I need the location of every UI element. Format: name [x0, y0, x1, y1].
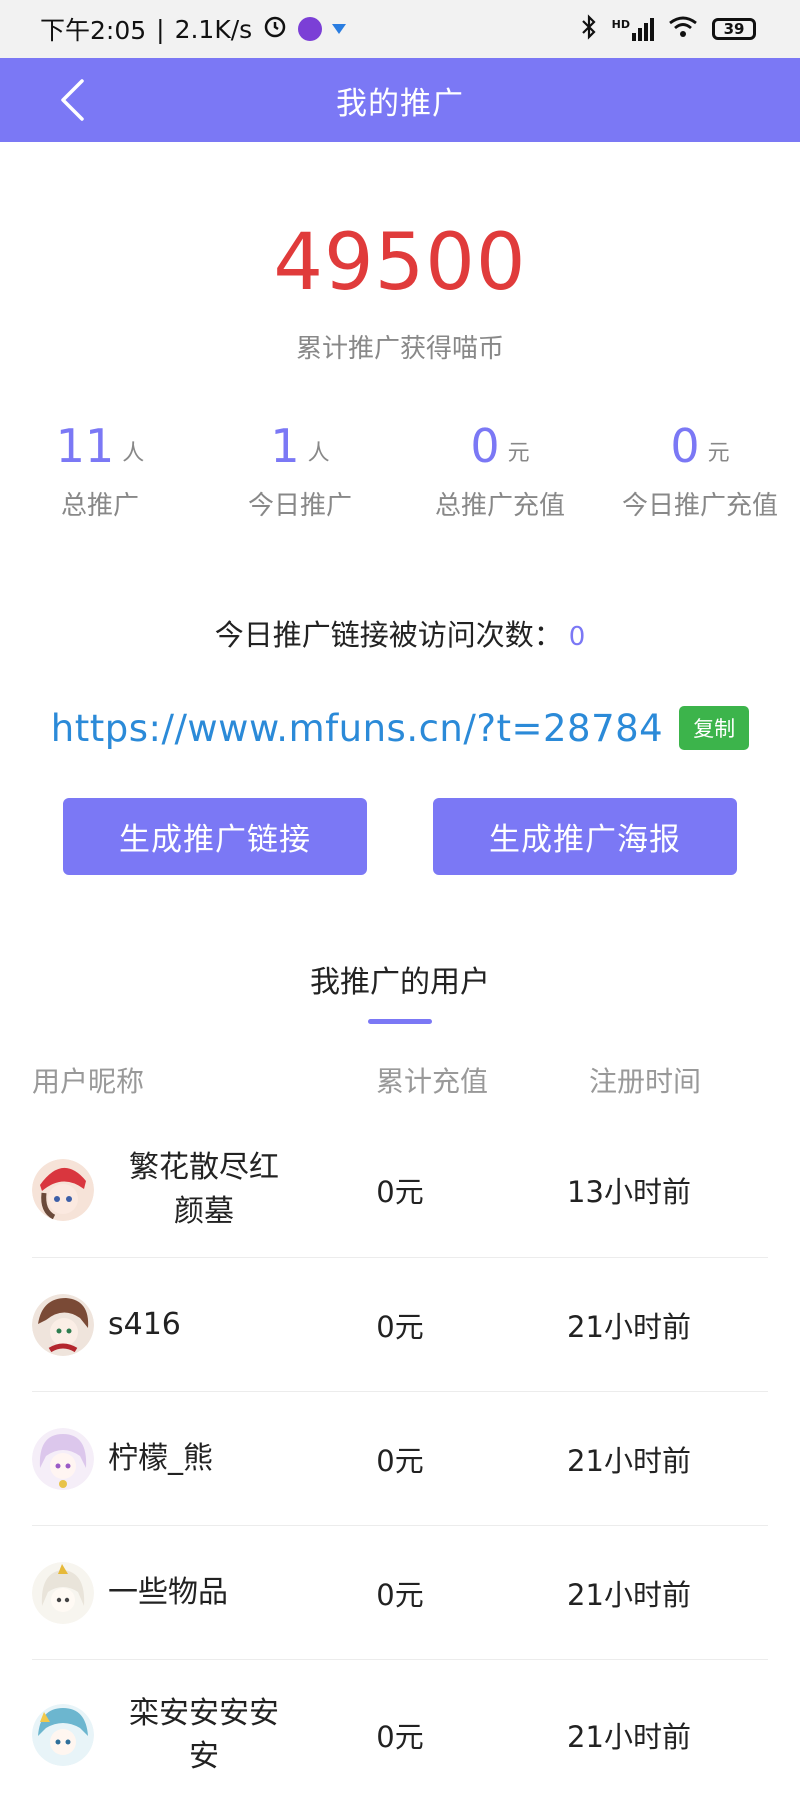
stat-value: 0 — [470, 419, 500, 473]
stat-unit: 元 — [707, 441, 730, 466]
chevron-left-icon — [61, 79, 84, 121]
table-row[interactable]: 柠檬_熊 0元 21小时前 — [32, 1392, 768, 1526]
total-coins-label: 累计推广获得喵币 — [295, 334, 504, 364]
table-row[interactable]: 繁花散尽红 颜墓 0元 13小时前 — [32, 1122, 768, 1258]
page-title: 我的推广 — [336, 85, 464, 122]
section-underline — [368, 1019, 432, 1024]
user-cell: 栾安安安安 安 — [32, 1692, 300, 1779]
user-recharge: 0元 — [376, 1443, 424, 1478]
visits-count: 0 — [568, 622, 586, 652]
stat-today-promotions: 1人 今日推广 — [200, 417, 400, 522]
user-nickname: 柠檬_熊 — [108, 1440, 213, 1476]
user-cell: 繁花散尽红 颜墓 — [32, 1146, 300, 1233]
avatar — [32, 1561, 94, 1624]
header-nickname: 用户昵称 — [32, 1065, 145, 1098]
stat-total-recharge: 0元 总推广充值 — [400, 417, 600, 522]
stat-unit: 元 — [507, 441, 530, 466]
network-type-label: HD — [611, 17, 630, 31]
nav-bar: 我的推广 — [0, 58, 800, 142]
status-right: HD 39 — [580, 14, 756, 44]
visits-label: 今日推广链接被访问次数： — [214, 618, 563, 652]
section-title: 我推广的用户 — [310, 965, 490, 1000]
stats-row: 11 人 总推广 1人 今日推广 0元 总推广充值 0元 今日推广充值 — [0, 417, 800, 522]
avatar — [32, 1293, 94, 1356]
status-speed: 2.1K/s — [174, 14, 253, 44]
action-buttons: 生成推广链接 生成推广海报 — [0, 798, 800, 875]
generate-poster-button[interactable]: 生成推广海报 — [433, 798, 737, 875]
total-summary: 49500 累计推广获得喵币 — [0, 224, 800, 365]
stat-unit: 人 — [307, 441, 330, 466]
user-register-time: 21小时前 — [567, 1577, 691, 1612]
battery-icon: 39 — [712, 18, 756, 40]
alarm-icon — [262, 13, 288, 45]
battery-level: 39 — [723, 20, 745, 38]
user-cell: 柠檬_熊 — [32, 1427, 300, 1490]
user-nickname: 栾安安安安 安 — [108, 1692, 300, 1779]
bluetooth-icon — [580, 14, 598, 44]
table-header: 用户昵称 累计充值 注册时间 — [0, 1060, 800, 1100]
user-register-time: 21小时前 — [567, 1443, 691, 1478]
table-row[interactable]: 栾安安安安 安 0元 21小时前 — [32, 1660, 768, 1810]
user-nickname: 繁花散尽红 颜墓 — [108, 1146, 300, 1233]
wifi-icon — [668, 15, 698, 43]
generate-link-button[interactable]: 生成推广链接 — [63, 798, 367, 875]
nickname-line2: 安 — [189, 1739, 219, 1774]
user-recharge: 0元 — [376, 1720, 424, 1754]
status-bar: 下午2:05 | 2.1K/s HD 39 — [0, 0, 800, 58]
status-time: 下午2:05 — [40, 16, 147, 45]
user-recharge: 0元 — [376, 1309, 424, 1344]
download-indicator-icon — [332, 24, 347, 34]
avatar — [32, 1704, 94, 1766]
user-register-time: 21小时前 — [567, 1720, 691, 1754]
total-coins-value: 49500 — [273, 218, 527, 308]
stat-label: 今日推广 — [247, 491, 352, 521]
status-separator: | — [156, 14, 165, 44]
stat-label: 总推广 — [60, 491, 139, 521]
signal-icon: HD — [611, 17, 654, 41]
user-register-time: 13小时前 — [567, 1174, 691, 1209]
user-recharge: 0元 — [376, 1174, 424, 1209]
promo-link-row: https://www.mfuns.cn/?t=28784 复制 — [0, 706, 800, 750]
avatar — [32, 1158, 94, 1221]
stat-unit: 人 — [122, 441, 145, 466]
stat-label: 今日推广充值 — [621, 491, 778, 521]
app-logo-icon — [298, 17, 323, 41]
nickname-line1: 栾安安安安 — [129, 1695, 279, 1731]
nickname-line1: 繁花散尽红 — [129, 1150, 279, 1185]
user-recharge: 0元 — [376, 1577, 424, 1612]
stat-value: 0 — [670, 419, 700, 473]
stat-value: 11 — [55, 419, 115, 473]
link-visits: 今日推广链接被访问次数： 0 — [0, 612, 800, 654]
user-nickname: 一些物品 — [108, 1574, 228, 1610]
user-nickname: s416 — [108, 1306, 181, 1342]
back-button[interactable] — [48, 76, 96, 124]
status-left: 下午2:05 | 2.1K/s — [40, 11, 347, 47]
table-row[interactable]: 一些物品 0元 21小时前 — [32, 1526, 768, 1660]
avatar — [32, 1427, 94, 1490]
user-cell: 一些物品 — [32, 1561, 300, 1624]
user-list: 繁花散尽红 颜墓 0元 13小时前 s416 0元 21小时前 柠檬_熊 0元 … — [0, 1122, 800, 1810]
user-register-time: 21小时前 — [567, 1309, 691, 1344]
stat-total-promotions: 11 人 总推广 — [0, 417, 200, 522]
header-recharge: 累计充值 — [375, 1065, 488, 1098]
stat-label: 总推广充值 — [434, 491, 565, 521]
user-cell: s416 — [32, 1293, 300, 1356]
table-row[interactable]: s416 0元 21小时前 — [32, 1258, 768, 1392]
copy-button[interactable]: 复制 — [679, 706, 750, 750]
stat-today-recharge: 0元 今日推广充值 — [600, 417, 800, 522]
header-register-time: 注册时间 — [588, 1065, 701, 1098]
nickname-line2: 颜墓 — [174, 1193, 234, 1229]
promo-link[interactable]: https://www.mfuns.cn/?t=28784 — [51, 707, 663, 750]
stat-value: 1 — [270, 419, 300, 473]
